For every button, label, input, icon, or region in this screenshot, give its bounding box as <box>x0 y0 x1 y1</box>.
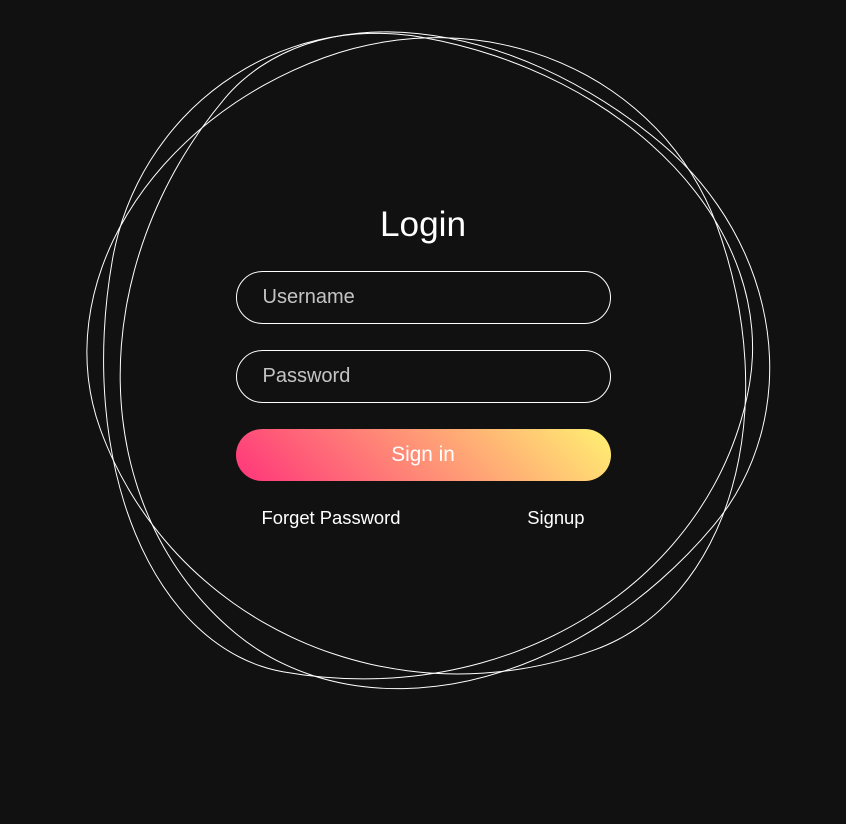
forgot-password-link[interactable]: Forget Password <box>262 507 401 529</box>
username-field-wrapper <box>236 271 611 324</box>
sign-in-button[interactable] <box>236 429 611 481</box>
password-field-wrapper <box>236 350 611 403</box>
login-ring-container: Login Forget Password Signup <box>98 42 748 692</box>
username-input[interactable] <box>236 271 611 324</box>
login-links: Forget Password Signup <box>236 507 611 529</box>
login-title: Login <box>380 205 466 245</box>
signup-link[interactable]: Signup <box>527 507 584 529</box>
password-input[interactable] <box>236 350 611 403</box>
submit-wrapper <box>236 429 611 481</box>
login-form: Login Forget Password Signup <box>236 205 611 529</box>
